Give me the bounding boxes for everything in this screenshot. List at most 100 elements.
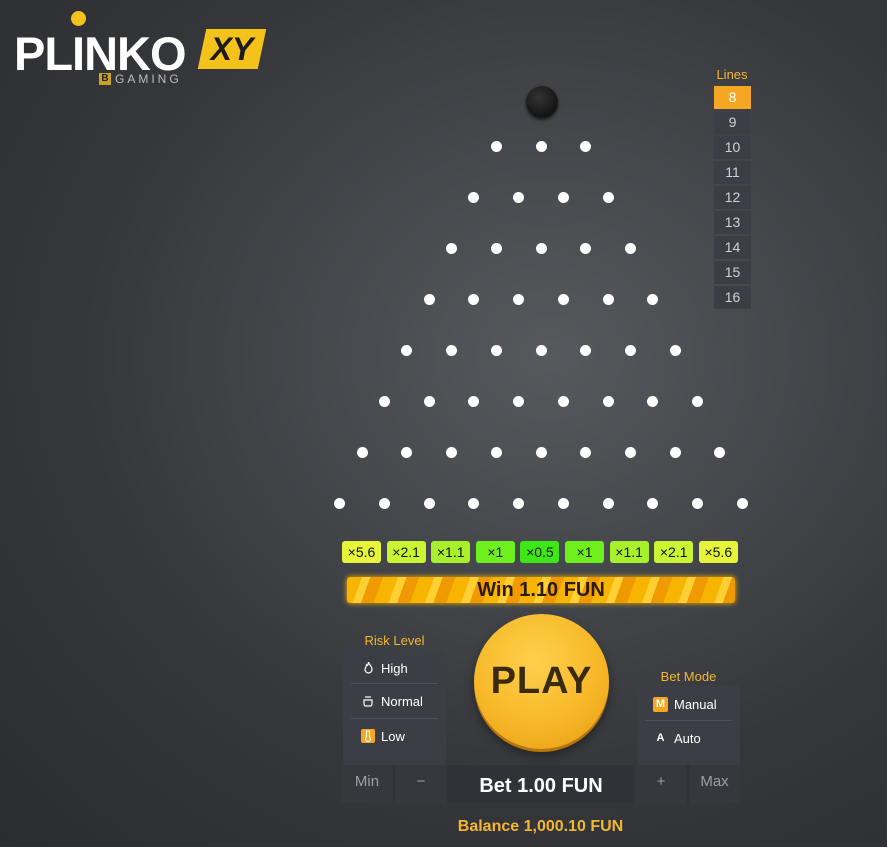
risk-option-low[interactable]: Low bbox=[351, 720, 438, 752]
peg bbox=[535, 140, 547, 152]
peg bbox=[401, 344, 413, 356]
peg bbox=[557, 293, 569, 305]
peg bbox=[602, 191, 614, 203]
peg bbox=[535, 446, 547, 458]
bet-mode-manual[interactable]: M Manual bbox=[645, 688, 732, 720]
auto-mode-icon: A bbox=[656, 732, 665, 744]
peg bbox=[513, 497, 525, 509]
lines-option-16[interactable]: 16 bbox=[714, 286, 751, 309]
peg bbox=[714, 446, 726, 458]
plinko-board bbox=[0, 0, 887, 540]
peg bbox=[647, 395, 659, 407]
bet-mode-auto[interactable]: A Auto bbox=[645, 722, 732, 754]
peg bbox=[580, 140, 592, 152]
divider bbox=[351, 683, 438, 684]
peg bbox=[602, 293, 614, 305]
peg bbox=[490, 344, 502, 356]
peg bbox=[513, 293, 525, 305]
peg bbox=[468, 497, 480, 509]
peg bbox=[580, 344, 592, 356]
lines-selector: 8 9 10 11 12 13 14 15 16 bbox=[714, 86, 751, 311]
peg bbox=[423, 395, 435, 407]
peg bbox=[647, 497, 659, 509]
peg bbox=[557, 497, 569, 509]
bet-min-button[interactable]: Min bbox=[341, 765, 393, 803]
flame-icon bbox=[361, 661, 375, 675]
bet-amount: Bet 1.00 FUN bbox=[479, 775, 603, 797]
peg bbox=[580, 446, 592, 458]
peg bbox=[490, 446, 502, 458]
divider bbox=[645, 720, 732, 721]
peg bbox=[490, 140, 502, 152]
peg bbox=[379, 395, 391, 407]
peg bbox=[379, 497, 391, 509]
peg bbox=[446, 446, 458, 458]
peg bbox=[580, 242, 592, 254]
peg bbox=[736, 497, 748, 509]
win-text: Win 1.10 FUN bbox=[477, 579, 605, 601]
peg bbox=[513, 395, 525, 407]
peg bbox=[602, 497, 614, 509]
peg bbox=[401, 446, 413, 458]
lines-option-11[interactable]: 11 bbox=[714, 161, 751, 184]
peg bbox=[334, 497, 346, 509]
multiplier-slot: ×5.6 bbox=[342, 541, 381, 563]
multiplier-slot: ×2.1 bbox=[386, 541, 426, 563]
peg bbox=[423, 293, 435, 305]
balance-text: Balance 1,000.10 FUN bbox=[457, 818, 624, 835]
lines-option-12[interactable]: 12 bbox=[714, 186, 751, 209]
peg bbox=[624, 344, 636, 356]
bet-bar: Min − Bet 1.00 FUN + Max bbox=[341, 765, 740, 803]
peg bbox=[423, 497, 435, 509]
peg bbox=[669, 446, 681, 458]
peg bbox=[602, 395, 614, 407]
peg bbox=[446, 242, 458, 254]
lines-option-15[interactable]: 15 bbox=[714, 261, 751, 284]
bet-max-button[interactable]: Max bbox=[689, 765, 740, 803]
lines-option-14[interactable]: 14 bbox=[714, 236, 751, 259]
pot-icon bbox=[361, 694, 375, 708]
peg bbox=[356, 446, 368, 458]
bet-mode-panel: M Manual A Auto bbox=[637, 686, 740, 765]
risk-level-title: Risk Level bbox=[364, 633, 425, 648]
peg bbox=[557, 191, 569, 203]
peg bbox=[691, 497, 703, 509]
lines-option-10[interactable]: 10 bbox=[714, 136, 751, 159]
risk-level-panel: High Normal Low bbox=[343, 650, 446, 765]
multiplier-slot: ×2.1 bbox=[654, 541, 694, 563]
peg bbox=[624, 446, 636, 458]
peg bbox=[468, 191, 480, 203]
risk-option-high[interactable]: High bbox=[351, 652, 438, 684]
multiplier-slot: ×1.1 bbox=[609, 541, 649, 563]
plinko-ball bbox=[526, 86, 558, 118]
win-banner: Win 1.10 FUN bbox=[347, 577, 735, 603]
peg bbox=[468, 293, 480, 305]
peg bbox=[468, 395, 480, 407]
multiplier-slot: ×1 bbox=[475, 541, 515, 563]
divider bbox=[351, 718, 438, 719]
bet-increase-button[interactable]: + bbox=[635, 765, 687, 803]
bet-mode-title: Bet Mode bbox=[660, 669, 717, 684]
peg bbox=[535, 344, 547, 356]
peg bbox=[691, 395, 703, 407]
play-button[interactable]: PLAY bbox=[474, 614, 609, 749]
peg bbox=[669, 344, 681, 356]
lines-option-9[interactable]: 9 bbox=[714, 111, 751, 134]
multiplier-slot: ×5.6 bbox=[698, 541, 738, 563]
peg bbox=[557, 395, 569, 407]
manual-mode-icon: M bbox=[653, 696, 668, 712]
risk-option-normal[interactable]: Normal bbox=[351, 685, 438, 717]
peg bbox=[490, 242, 502, 254]
lines-option-8[interactable]: 8 bbox=[714, 86, 751, 109]
multiplier-slot: ×1.1 bbox=[431, 541, 471, 563]
peg bbox=[647, 293, 659, 305]
bet-decrease-button[interactable]: − bbox=[395, 765, 447, 803]
multiplier-slot: ×1 bbox=[565, 541, 604, 563]
lines-title: Lines bbox=[716, 67, 748, 82]
lines-option-13[interactable]: 13 bbox=[714, 211, 751, 234]
multiplier-slot: ×0.5 bbox=[520, 541, 560, 563]
peg bbox=[513, 191, 525, 203]
peg bbox=[535, 242, 547, 254]
thermometer-icon bbox=[361, 729, 375, 743]
peg bbox=[446, 344, 458, 356]
